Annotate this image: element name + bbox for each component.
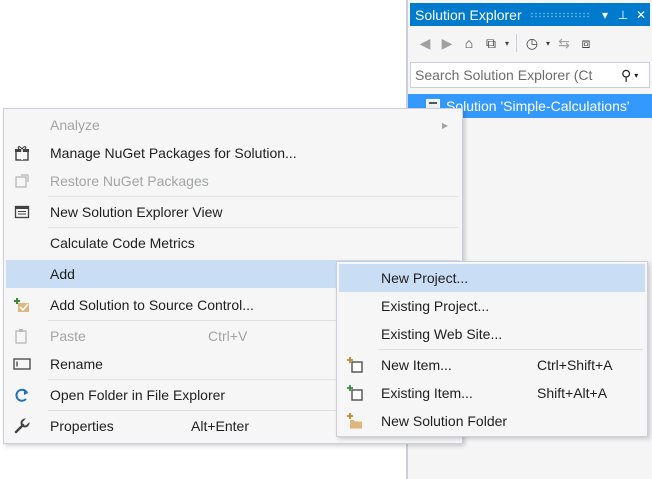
menu-separator (48, 227, 458, 228)
menu-item-label: Properties (50, 418, 114, 434)
existing-item-icon (345, 383, 365, 403)
drag-grip[interactable] (529, 11, 590, 18)
submenu-item-new-project[interactable]: New Project... (339, 264, 645, 292)
menu-item-shortcut: Ctrl+Shift+A (537, 357, 613, 373)
sync-icon[interactable]: ⇆ (553, 32, 575, 54)
menu-item-label: Existing Project... (381, 298, 490, 314)
new-view-icon (12, 202, 32, 222)
menu-item-label: Add Solution to Source Control... (50, 297, 254, 313)
toolbar-separator (516, 34, 517, 52)
switch-views-dropdown-icon[interactable]: ▾ (502, 39, 512, 48)
menu-item-label: New Solution Explorer View (50, 204, 223, 220)
menu-item-label: Manage NuGet Packages for Solution... (50, 145, 297, 161)
submenu-item-existing-item[interactable]: Existing Item... Shift+Alt+A (339, 379, 645, 407)
menu-item-label: Rename (50, 356, 103, 372)
source-control-icon (12, 295, 32, 315)
menu-item-shortcut: Ctrl+V (208, 328, 248, 344)
filter-dropdown-icon[interactable]: ▾ (543, 39, 553, 48)
tree-item-label: Solution 'Simple-Calculations' (446, 98, 630, 114)
submenu-item-existing-project[interactable]: Existing Project... (339, 292, 645, 320)
search-input[interactable] (411, 66, 613, 84)
menu-item-label: Existing Item... (381, 385, 473, 401)
restore-icon (12, 171, 32, 191)
refresh-folder-icon (12, 385, 32, 405)
menu-item-label: Analyze (50, 117, 100, 133)
menu-separator (379, 349, 643, 350)
new-folder-icon (345, 411, 365, 431)
wrench-icon (12, 416, 32, 436)
submenu-arrow-icon: ▶ (441, 120, 448, 130)
menu-separator (48, 196, 458, 197)
search-options-dropdown-icon[interactable]: ▾ (634, 71, 638, 80)
pending-changes-filter-icon[interactable]: ◷ (521, 32, 543, 54)
nuget-icon (12, 143, 32, 163)
menu-item-calculate-code-metrics[interactable]: Calculate Code Metrics (6, 229, 460, 257)
paste-icon (12, 326, 32, 346)
collapse-all-icon[interactable]: ⧈ (575, 32, 597, 54)
menu-item-label: Add (50, 266, 75, 282)
menu-item-label: New Project... (381, 270, 469, 286)
window-position-dropdown-icon[interactable]: ▾ (596, 8, 614, 22)
submenu-item-new-item[interactable]: New Item... Ctrl+Shift+A (339, 351, 645, 379)
solution-explorer-title: Solution Explorer (415, 6, 522, 23)
menu-item-new-solution-explorer-view[interactable]: New Solution Explorer View (6, 198, 460, 226)
new-item-icon (345, 355, 365, 375)
solution-explorer-title-bar[interactable]: Solution Explorer ▾ ⊥ ✕ (410, 3, 650, 26)
close-icon[interactable]: ✕ (632, 8, 650, 22)
menu-item-label: Calculate Code Metrics (50, 235, 195, 251)
menu-item-shortcut: Shift+Alt+A (537, 385, 608, 401)
menu-item-label: New Item... (381, 357, 452, 373)
pin-icon[interactable]: ⊥ (614, 8, 632, 22)
submenu-item-new-solution-folder[interactable]: New Solution Folder (339, 407, 645, 435)
submenu-item-existing-web-site[interactable]: Existing Web Site... (339, 320, 645, 348)
solution-explorer-toolbar: ◀ ▶ ⌂ ⧉ ▾ ◷ ▾ ⇆ ⧈ (408, 28, 652, 58)
switch-views-icon[interactable]: ⧉ (480, 32, 502, 54)
back-icon[interactable]: ◀ (414, 32, 436, 54)
solution-explorer-search[interactable]: ⚲ ▾ (410, 62, 650, 88)
search-icon[interactable]: ⚲ (621, 67, 631, 84)
menu-item-label: Open Folder in File Explorer (50, 387, 226, 403)
rename-icon (12, 354, 32, 374)
menu-item-manage-nuget[interactable]: Manage NuGet Packages for Solution... (6, 139, 460, 167)
menu-item-shortcut: Alt+Enter (191, 418, 249, 434)
menu-item-restore-nuget[interactable]: Restore NuGet Packages (6, 167, 460, 195)
menu-item-label: Paste (50, 328, 86, 344)
menu-item-label: New Solution Folder (381, 413, 508, 429)
menu-item-label: Existing Web Site... (381, 326, 503, 342)
forward-icon[interactable]: ▶ (436, 32, 458, 54)
home-icon[interactable]: ⌂ (458, 32, 480, 54)
menu-item-analyze[interactable]: Analyze ▶ (6, 111, 460, 139)
add-submenu: New Project... Existing Project... Exist… (336, 261, 648, 437)
menu-item-label: Restore NuGet Packages (50, 173, 209, 189)
